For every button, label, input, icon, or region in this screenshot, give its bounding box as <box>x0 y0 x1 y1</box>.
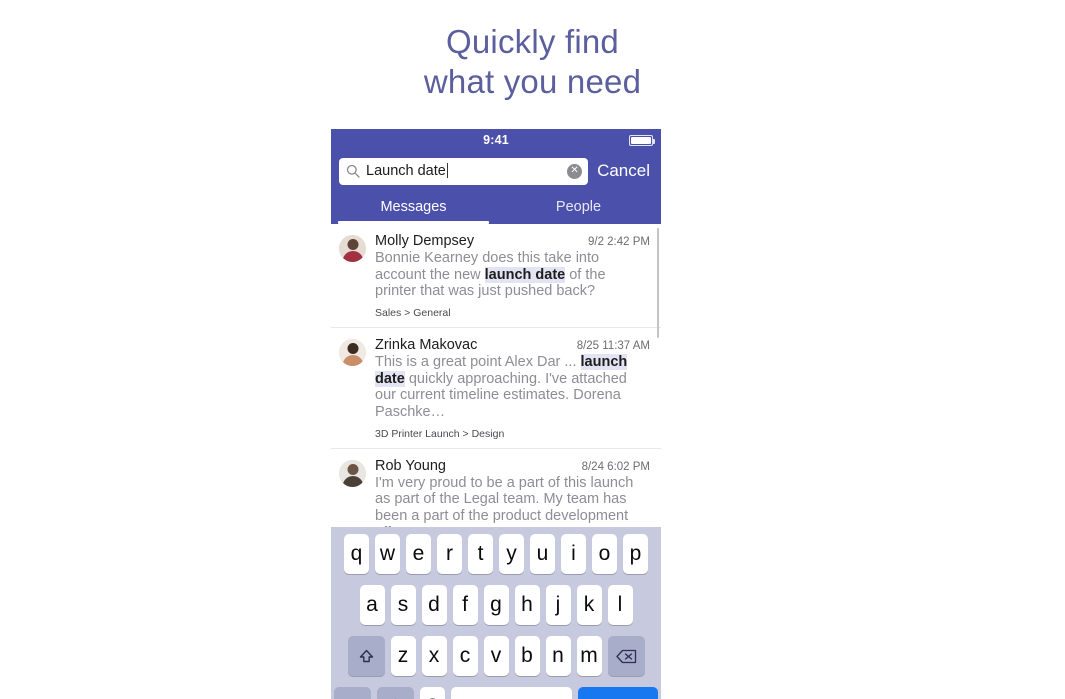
key-i[interactable]: i <box>561 534 586 574</box>
result-timestamp: 8/24 6:02 PM <box>581 460 650 473</box>
key-m[interactable]: m <box>576 636 602 676</box>
list-item[interactable]: Rob Young 8/24 6:02 PM I'm very proud to… <box>331 449 661 527</box>
headline-line-1: Quickly find <box>446 23 619 60</box>
search-icon <box>346 164 360 178</box>
key-z[interactable]: z <box>390 636 416 676</box>
result-sender-name: Rob Young <box>375 457 446 474</box>
key-p[interactable]: p <box>623 534 648 574</box>
keyboard-row-bottom: 123 Q space Search <box>334 687 658 699</box>
snippet-highlight: launch date <box>484 266 566 283</box>
search-tabs: Messages People <box>331 190 661 224</box>
keyboard-row-1: q w e r t y u i o p <box>334 534 658 574</box>
key-h[interactable]: h <box>514 585 540 625</box>
result-snippet: I'm very proud to be a part of this laun… <box>375 475 650 527</box>
result-timestamp: 8/25 11:37 AM <box>576 340 650 353</box>
snippet-before: I'm very proud to be a part of this laun… <box>375 474 634 527</box>
key-l[interactable]: l <box>607 585 633 625</box>
tab-messages[interactable]: Messages <box>331 190 496 224</box>
clear-circle-icon[interactable]: ✕ <box>567 163 583 179</box>
key-j[interactable]: j <box>545 585 571 625</box>
result-snippet: This is a great point Alex Dar ... launc… <box>375 354 650 421</box>
key-a[interactable]: a <box>359 585 385 625</box>
tab-messages-label: Messages <box>380 199 447 215</box>
space-key[interactable]: space <box>451 687 572 699</box>
result-timestamp: 9/2 2:42 PM <box>587 236 650 248</box>
avatar-zrinka-makovac <box>339 339 366 367</box>
key-u[interactable]: u <box>530 534 555 574</box>
key-w[interactable]: w <box>375 534 400 574</box>
keyboard-row-3: z x c v b n m <box>334 636 658 676</box>
result-sender-name: Molly Dempsey <box>375 233 475 249</box>
key-t[interactable]: t <box>468 534 493 574</box>
key-g[interactable]: g <box>483 585 509 625</box>
page-headline: Quickly find what you need <box>0 22 1065 103</box>
app-header: 9:41 Launch date ✕ Cancel Messages Peopl… <box>331 129 661 224</box>
key-s[interactable]: s <box>390 585 416 625</box>
shift-up-arrow-icon[interactable] <box>347 636 385 676</box>
key-c[interactable]: c <box>452 636 478 676</box>
phone-mockup: 9:41 Launch date ✕ Cancel Messages Peopl… <box>331 129 661 699</box>
key-q[interactable]: q <box>344 534 369 574</box>
text-caret <box>446 163 448 178</box>
scrollbar[interactable] <box>657 228 659 338</box>
status-bar: 9:41 <box>331 129 661 151</box>
search-results-list[interactable]: Molly Dempsey 9/2 2:42 PM Bonnie Kearney… <box>331 224 661 527</box>
key-v[interactable]: v <box>483 636 509 676</box>
key-e[interactable]: e <box>406 534 431 574</box>
cancel-button[interactable]: Cancel <box>597 161 653 181</box>
backspace-delete-icon[interactable] <box>607 636 645 676</box>
search-row: Launch date ✕ Cancel <box>331 151 661 187</box>
battery-full-icon <box>629 135 655 146</box>
key-o[interactable]: o <box>592 534 617 574</box>
search-text: Launch date <box>366 163 446 179</box>
key-y[interactable]: y <box>499 534 524 574</box>
key-k[interactable]: k <box>576 585 602 625</box>
search-input[interactable]: Launch date ✕ <box>339 157 589 185</box>
dictation-key[interactable]: Q <box>420 687 445 699</box>
key-b[interactable]: b <box>514 636 540 676</box>
list-item[interactable]: Molly Dempsey 9/2 2:42 PM Bonnie Kearney… <box>331 224 661 329</box>
result-sender-name: Zrinka Makovac <box>375 337 478 354</box>
key-x[interactable]: x <box>421 636 447 676</box>
key-r[interactable]: r <box>437 534 462 574</box>
key-f[interactable]: f <box>452 585 478 625</box>
emoji-smiley-icon[interactable] <box>377 687 414 699</box>
tab-people[interactable]: People <box>496 190 661 224</box>
snippet-after: quickly approaching. I've attached our c… <box>375 370 627 421</box>
avatar-rob-young <box>339 459 366 487</box>
tab-people-label: People <box>555 199 602 215</box>
avatar-molly-dempsey <box>339 235 366 262</box>
list-item[interactable]: Zrinka Makovac 8/25 11:37 AM This is a g… <box>331 328 661 449</box>
result-channel-path: 3D Printer Launch > Design <box>375 427 505 440</box>
headline-line-2: what you need <box>423 63 642 101</box>
status-bar-time: 9:41 <box>483 133 509 147</box>
key-d[interactable]: d <box>421 585 447 625</box>
result-snippet: Bonnie Kearney does this take into accou… <box>375 250 650 300</box>
on-screen-keyboard: q w e r t y u i o p a s d f g h j k l z … <box>331 527 661 699</box>
snippet-before: This is a great point Alex Dar ... <box>375 354 581 371</box>
search-input-value: Launch date <box>366 163 567 179</box>
search-key[interactable]: Search <box>578 687 658 699</box>
key-n[interactable]: n <box>545 636 571 676</box>
keyboard-row-2: a s d f g h j k l <box>334 585 658 625</box>
result-channel-path: Sales > General <box>375 307 451 320</box>
numbers-key[interactable]: 123 <box>334 687 371 699</box>
